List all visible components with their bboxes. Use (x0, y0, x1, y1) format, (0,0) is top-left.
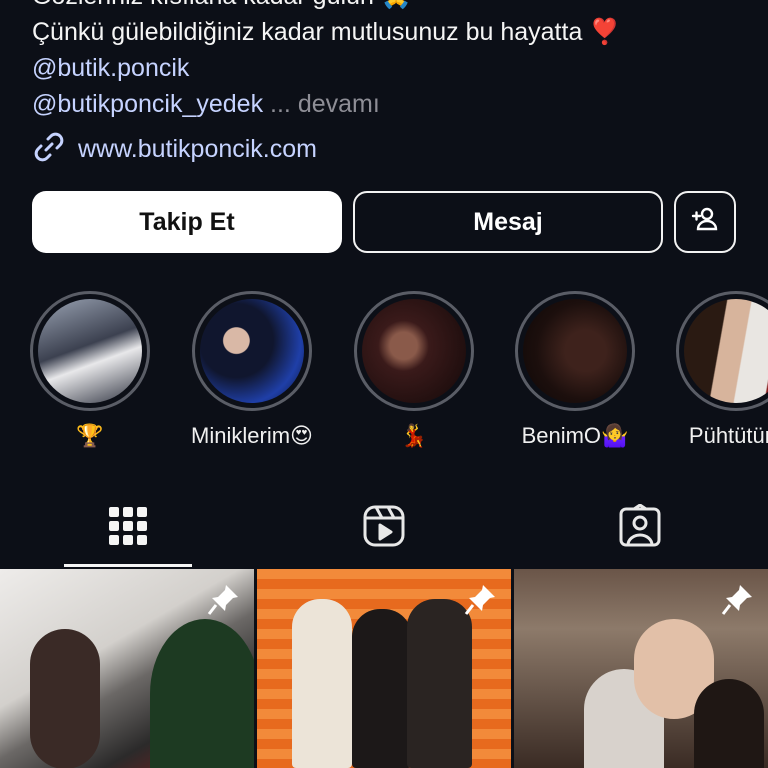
bio-line-1: Gözleriniz kısılana kadar gülün 🙏 (32, 0, 412, 14)
highlight-label: Pühtütüm (688, 423, 768, 448)
bio-line-3: @butikponcik_yedek ... devamı (32, 86, 380, 122)
tab-reels[interactable] (256, 488, 512, 568)
highlight-ring (354, 291, 474, 411)
highlight-ring (192, 291, 312, 411)
suggested-users-button[interactable] (674, 191, 736, 253)
bio-mention-2[interactable]: @butikponcik_yedek (32, 90, 263, 118)
active-tab-indicator (64, 564, 192, 567)
highlight-thumbnail (200, 299, 304, 403)
highlight-ring (676, 291, 768, 411)
highlight-ring (30, 291, 150, 411)
pin-icon (720, 583, 754, 622)
tagged-icon (618, 503, 662, 553)
follow-button[interactable]: Takip Et (32, 191, 342, 253)
highlight-trophy[interactable]: 🏆 (28, 291, 152, 449)
website-link[interactable]: www.butikponcik.com (32, 130, 317, 169)
pin-icon (206, 583, 240, 622)
highlight-puhtutum[interactable]: Pühtütüm (674, 291, 768, 449)
highlight-label: BenimO🤷‍♀️ (521, 423, 629, 448)
highlight-thumbnail (38, 299, 142, 403)
tab-tagged[interactable] (512, 488, 768, 568)
post-thumbnail[interactable] (257, 569, 511, 768)
bio-ellipsis: ... (270, 90, 291, 118)
post-thumbnail[interactable] (0, 569, 254, 768)
post-thumbnail[interactable] (514, 569, 768, 768)
highlight-label: 💃 (400, 423, 428, 448)
profile-tabs (0, 488, 768, 568)
bio-more-link[interactable]: devamı (298, 90, 380, 118)
link-icon (32, 130, 66, 169)
highlight-benimo[interactable]: BenimO🤷‍♀️ (513, 291, 637, 449)
bio-line-2: Çünkü gülebildiğiniz kadar mutlusunuz bu… (32, 18, 621, 46)
highlight-dance[interactable]: 💃 (352, 291, 476, 449)
message-button[interactable]: Mesaj (353, 191, 663, 253)
highlight-ring (515, 291, 635, 411)
website-text: www.butikponcik.com (78, 135, 317, 163)
tab-grid[interactable] (0, 488, 256, 568)
highlight-label: 🏆 (76, 423, 104, 448)
highlight-thumbnail (362, 299, 466, 403)
highlight-miniklerim[interactable]: Miniklerim😍 (190, 291, 314, 449)
grid-icon (107, 505, 149, 552)
person-add-icon (690, 204, 720, 241)
highlight-label: Miniklerim😍 (191, 423, 313, 448)
highlight-thumbnail (684, 299, 768, 403)
reels-icon (362, 504, 406, 553)
bio-mention-1[interactable]: @butik.poncik (32, 50, 189, 86)
highlight-thumbnail (523, 299, 627, 403)
pin-icon (463, 583, 497, 622)
